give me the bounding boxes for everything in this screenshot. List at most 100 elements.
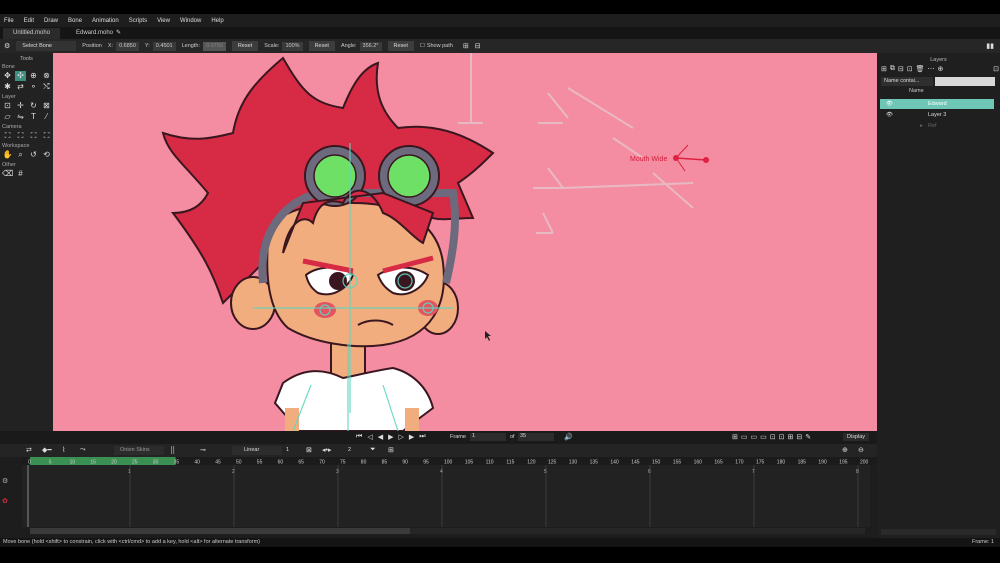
rewind-icon[interactable]: ⏮ [356, 433, 362, 441]
bone-option2-icon[interactable]: ⊟ [475, 42, 481, 50]
manipulate-bones-icon[interactable]: ✱ [2, 82, 13, 92]
delete-layer-icon[interactable]: 🗑 [916, 65, 925, 74]
key-nav-icon[interactable]: ◂•▸ [322, 446, 331, 454]
sound-icon[interactable]: 🔊 [564, 433, 573, 441]
quality3-icon[interactable]: ▭ [760, 433, 767, 441]
brush-icon[interactable]: ✎ [805, 433, 811, 441]
total-frames-input[interactable]: 35 [518, 433, 554, 441]
reparent-bone-icon[interactable]: ⊗ [41, 71, 52, 81]
motion-icon[interactable]: ⤳ [80, 446, 86, 454]
layer-link-icon[interactable]: ⊕ [938, 65, 944, 74]
keys-icon[interactable]: ◆━ [42, 446, 52, 454]
select-bone-icon[interactable]: ✥ [2, 71, 13, 81]
layer-search-input[interactable] [935, 77, 995, 86]
bone-option-icon[interactable]: ⊞ [463, 42, 469, 50]
menu-window[interactable]: Window [180, 18, 201, 24]
camera-zoom-icon[interactable]: ⛶ [15, 131, 26, 141]
grid-icon[interactable]: # [15, 169, 26, 179]
menu-view[interactable]: View [157, 18, 170, 24]
group-layer-icon[interactable]: ⊟ [898, 65, 904, 74]
timeline-scrollbar[interactable] [30, 528, 865, 534]
tool-select-dropdown[interactable]: Select Bone [16, 41, 77, 51]
menu-help[interactable]: Help [211, 18, 223, 24]
camera-pan-icon[interactable]: ⛶ [41, 131, 52, 141]
layers-scrollbar[interactable] [881, 529, 996, 535]
tab-edward[interactable]: Edward.moho [66, 28, 123, 39]
text-tool-icon[interactable]: T [28, 112, 39, 122]
camera-track-icon[interactable]: ⛶ [2, 131, 13, 141]
hand-icon[interactable]: ✋ [2, 150, 13, 160]
onion-skins-select[interactable]: Onion Skins [114, 446, 164, 455]
visibility-icon[interactable]: 👁 [886, 99, 893, 109]
scale-field[interactable]: 100% [282, 41, 303, 51]
zoom-out-icon[interactable]: ⊖ [858, 446, 864, 454]
scale-layer-icon[interactable]: ⊠ [41, 101, 52, 111]
layer-row-edward[interactable]: 👁 Edward [880, 99, 994, 109]
stereo-icon[interactable]: ⊟ [796, 433, 802, 441]
menu-draw[interactable]: Draw [44, 18, 58, 24]
close-box-icon[interactable]: ⊠ [306, 446, 312, 454]
frame-input[interactable]: 1 [470, 433, 506, 441]
expand-arrow-icon[interactable]: ▸ [920, 121, 923, 131]
play-icon[interactable]: ▶ [388, 433, 393, 441]
menu-animation[interactable]: Animation [92, 18, 119, 24]
duplicate-layer-icon[interactable]: ⧉ [890, 65, 895, 74]
fast-forward-icon[interactable]: ⏭ [419, 433, 425, 441]
timeline-tracks[interactable]: 1 2 3 4 5 6 7 8 [22, 465, 870, 527]
step-forward-key-icon[interactable]: ▶ [409, 433, 414, 441]
step-forward-icon[interactable]: ▷ [398, 433, 403, 441]
menu-scripts[interactable]: Scripts [129, 18, 147, 24]
menu-edit[interactable]: Edit [24, 18, 34, 24]
preview-icon[interactable]: ⊡ [779, 433, 785, 441]
camera-roll-icon[interactable]: ⛶ [28, 131, 39, 141]
visibility-icon[interactable]: 👁 [886, 110, 893, 120]
name-filter-select[interactable]: Name contai... [881, 77, 933, 86]
tab-untitled[interactable]: Untitled.moho [3, 28, 61, 39]
interp-value[interactable]: 1 [286, 447, 289, 453]
transform-layer-icon[interactable]: ⊡ [2, 101, 13, 111]
menu-file[interactable]: File [4, 18, 14, 24]
quality2-icon[interactable]: ▭ [751, 433, 758, 441]
bind-points-icon[interactable]: ⚬ [28, 82, 39, 92]
add-bone-icon[interactable]: ⊕ [28, 71, 39, 81]
canvas-viewport[interactable]: Mouth Wide [53, 53, 877, 431]
menu-bone[interactable]: Bone [68, 18, 82, 24]
offset-bone-icon[interactable]: ⤭ [41, 82, 52, 92]
orbit-icon[interactable]: ⟲ [41, 150, 52, 160]
angle-field[interactable]: 356.2° [359, 41, 382, 51]
display-select[interactable]: Display [843, 433, 870, 441]
eraser-icon[interactable]: ⌫ [2, 169, 13, 179]
translate-layer-icon[interactable]: ✛ [15, 101, 26, 111]
more-icon[interactable]: ⋯ [928, 65, 935, 74]
show-path-checkbox[interactable]: ☐ [420, 43, 425, 49]
mouth-wide-bone[interactable] [673, 144, 709, 172]
timeline-scroll-thumb[interactable] [30, 528, 410, 534]
layer-row-layer3[interactable]: 👁 Layer 3 [880, 110, 994, 120]
y-field[interactable]: 0.4501 [152, 41, 176, 51]
zoom-icon[interactable]: ⌕ [15, 150, 26, 160]
select-keys-icon[interactable]: ⊞ [388, 446, 394, 454]
quality-icon[interactable]: ▭ [741, 433, 748, 441]
flip-layer-icon[interactable]: ⇋ [15, 112, 26, 122]
grid-dots-icon[interactable]: ⣿ [170, 446, 175, 454]
shear-layer-icon[interactable]: ▱ [2, 112, 13, 122]
step-back-icon[interactable]: ◀ [378, 433, 383, 441]
x-field[interactable]: 0.6850 [116, 41, 139, 51]
link-icon[interactable]: ⊸ [200, 446, 206, 454]
curve-icon[interactable]: ⌇ [62, 446, 65, 454]
reset-angle-button[interactable]: Reset [387, 41, 414, 51]
layer-panel-menu-icon[interactable]: ⊡ [993, 65, 999, 74]
render-icon[interactable]: ⊡ [770, 433, 776, 441]
timeline-ruler[interactable]: 0 5 10 15 20 25 30 35 40 45 50 55 60 65 70 75 80 85 90 95 10… [22, 457, 877, 466]
layer-settings-icon[interactable]: ⊡ [907, 65, 913, 74]
rotate-workspace-icon[interactable]: ↺ [28, 150, 39, 160]
rotate-layer-icon[interactable]: ↻ [28, 101, 39, 111]
reset-button[interactable]: Reset [231, 41, 259, 51]
bind-layer-icon[interactable]: ⇄ [15, 82, 26, 92]
view-mode-icon[interactable]: ⊞ [732, 433, 738, 441]
new-layer-icon[interactable]: ⊞ [881, 65, 887, 74]
layer-row-ref[interactable]: ▸ Ref [880, 121, 994, 131]
transform-bone-icon[interactable]: ✣ [15, 71, 26, 81]
filter-icon[interactable]: ⏷ [370, 446, 376, 454]
zoom-in-icon[interactable]: ⊕ [842, 446, 848, 454]
